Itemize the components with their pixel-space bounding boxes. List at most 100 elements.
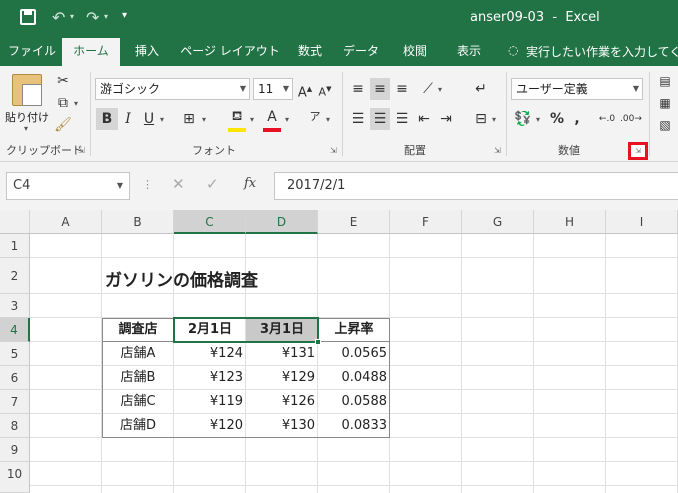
tab-insert[interactable]: 挿入: [124, 36, 170, 66]
table-cell[interactable]: ¥129: [246, 366, 315, 390]
tab-data[interactable]: データ: [336, 36, 386, 66]
row-header-2[interactable]: 2: [0, 258, 30, 294]
row-header-9[interactable]: 9: [0, 438, 30, 462]
table-cell[interactable]: ¥120: [174, 414, 243, 438]
number-launcher-icon[interactable]: ⇲: [628, 142, 648, 160]
column-header-b[interactable]: B: [102, 210, 174, 234]
row-header-5[interactable]: 5: [0, 342, 30, 366]
column-header-e[interactable]: E: [318, 210, 390, 234]
table-cell[interactable]: 0.0565: [318, 342, 388, 366]
undo-icon[interactable]: ↶: [52, 8, 65, 27]
table-cell[interactable]: ¥124: [174, 342, 243, 366]
alignment-launcher-icon[interactable]: ⇲: [494, 146, 501, 155]
header-cell-store[interactable]: 調査店: [102, 318, 174, 342]
redo-dropdown-icon[interactable]: ▾: [104, 12, 108, 21]
font-launcher-icon[interactable]: ⇲: [330, 146, 337, 155]
accounting-dropdown-icon[interactable]: ▾: [536, 115, 540, 124]
table-cell[interactable]: ¥123: [174, 366, 243, 390]
font-color-icon[interactable]: A: [262, 106, 282, 128]
table-cell[interactable]: ¥131: [246, 342, 315, 366]
row-header-6[interactable]: 6: [0, 366, 30, 390]
header-cell-feb1[interactable]: 2月1日: [174, 318, 246, 342]
row-header-3[interactable]: 3: [0, 294, 30, 318]
font-size-dropdown[interactable]: 11 ▼: [253, 78, 293, 100]
table-cell[interactable]: 店舗B: [102, 366, 174, 390]
insert-function-icon[interactable]: fx: [244, 176, 256, 191]
table-cell[interactable]: 0.0588: [318, 390, 388, 414]
name-box[interactable]: C4 ▼: [6, 172, 130, 200]
customize-qat-icon[interactable]: ▾: [122, 10, 127, 21]
tab-page-layout[interactable]: ページ レイアウト: [174, 36, 286, 66]
copy-dropdown-icon[interactable]: ▾: [74, 99, 78, 108]
redo-icon[interactable]: ↷: [86, 8, 99, 27]
format-painter-icon[interactable]: 🖌: [52, 114, 74, 136]
table-cell[interactable]: 店舗A: [102, 342, 174, 366]
column-header-f[interactable]: F: [390, 210, 462, 234]
merge-center-icon[interactable]: ⊟: [470, 108, 492, 130]
percent-icon[interactable]: %: [548, 108, 566, 130]
column-header-i[interactable]: I: [606, 210, 678, 234]
row-header-10[interactable]: 10: [0, 462, 30, 493]
tab-home[interactable]: ホーム: [62, 38, 120, 66]
number-format-dropdown[interactable]: ユーザー定義 ▼: [511, 78, 643, 100]
comma-style-icon[interactable]: ,: [570, 108, 584, 130]
tab-file[interactable]: ファイル: [4, 36, 60, 66]
header-cell-mar1[interactable]: 3月1日: [246, 318, 318, 342]
table-cell[interactable]: ¥119: [174, 390, 243, 414]
paste-button-label[interactable]: 貼り付け: [5, 109, 49, 125]
table-cell[interactable]: 店舗D: [102, 414, 174, 438]
phonetic-dropdown-icon[interactable]: ▾: [326, 115, 330, 124]
orientation-icon[interactable]: ⟋: [418, 78, 438, 100]
chevron-down-icon[interactable]: ▼: [117, 173, 123, 199]
orientation-dropdown-icon[interactable]: ▾: [438, 85, 442, 94]
bold-icon[interactable]: B: [96, 108, 118, 130]
italic-icon[interactable]: I: [118, 108, 138, 130]
merge-dropdown-icon[interactable]: ▾: [492, 115, 496, 124]
clipboard-launcher-icon[interactable]: ⇲: [78, 146, 85, 155]
row-header-4[interactable]: 4: [0, 318, 30, 342]
wrap-text-icon[interactable]: ↵: [470, 78, 492, 100]
decrease-decimal-icon[interactable]: .00→: [620, 108, 642, 130]
borders-dropdown-icon[interactable]: ▾: [202, 115, 206, 124]
row-header-8[interactable]: 8: [0, 414, 30, 438]
tab-review[interactable]: 校閲: [392, 36, 438, 66]
sheet-title-cell[interactable]: ガソリンの価格調査: [105, 266, 258, 291]
increase-indent-icon[interactable]: ⇥: [436, 108, 456, 130]
align-left-icon[interactable]: ☰: [348, 108, 368, 130]
tab-view[interactable]: 表示: [446, 36, 492, 66]
column-header-d[interactable]: D: [246, 210, 318, 234]
cut-icon[interactable]: ✂: [52, 70, 74, 92]
undo-dropdown-icon[interactable]: ▾: [70, 12, 74, 21]
align-center-icon[interactable]: ☰: [370, 108, 390, 130]
cell-styles-icon[interactable]: ▧: [654, 114, 676, 136]
align-bottom-icon[interactable]: ≡: [392, 78, 412, 100]
table-cell[interactable]: 店舗C: [102, 390, 174, 414]
column-header-g[interactable]: G: [462, 210, 534, 234]
formula-input[interactable]: 2017/2/1: [274, 172, 678, 200]
copy-icon[interactable]: ⧉: [52, 92, 74, 114]
conditional-format-icon[interactable]: ▤: [654, 70, 676, 92]
accounting-format-icon[interactable]: 💱: [512, 108, 534, 130]
shrink-font-icon[interactable]: A▼: [316, 78, 334, 100]
table-cell[interactable]: ¥130: [246, 414, 315, 438]
enter-icon[interactable]: ✓: [206, 175, 219, 193]
paste-dropdown-icon[interactable]: ▾: [24, 124, 28, 133]
increase-decimal-icon[interactable]: ←.0: [596, 108, 618, 130]
fill-color-icon[interactable]: ⛾: [226, 106, 248, 128]
select-all-corner[interactable]: [0, 210, 30, 234]
align-top-icon[interactable]: ≡: [348, 78, 368, 100]
tell-me-box[interactable]: 実行したい作業を入力してくださ: [526, 43, 678, 60]
column-header-c[interactable]: C: [174, 210, 246, 234]
header-cell-rate[interactable]: 上昇率: [318, 318, 390, 342]
underline-icon[interactable]: U: [140, 108, 158, 130]
decrease-indent-icon[interactable]: ⇤: [414, 108, 434, 130]
table-cell[interactable]: 0.0833: [318, 414, 388, 438]
align-middle-icon[interactable]: ≡: [370, 78, 390, 100]
row-header-7[interactable]: 7: [0, 390, 30, 414]
column-header-h[interactable]: H: [534, 210, 606, 234]
grow-font-icon[interactable]: A▲: [296, 78, 314, 100]
tab-formulas[interactable]: 数式: [288, 36, 332, 66]
underline-dropdown-icon[interactable]: ▾: [160, 115, 164, 124]
align-right-icon[interactable]: ☰: [392, 108, 412, 130]
table-cell[interactable]: ¥126: [246, 390, 315, 414]
